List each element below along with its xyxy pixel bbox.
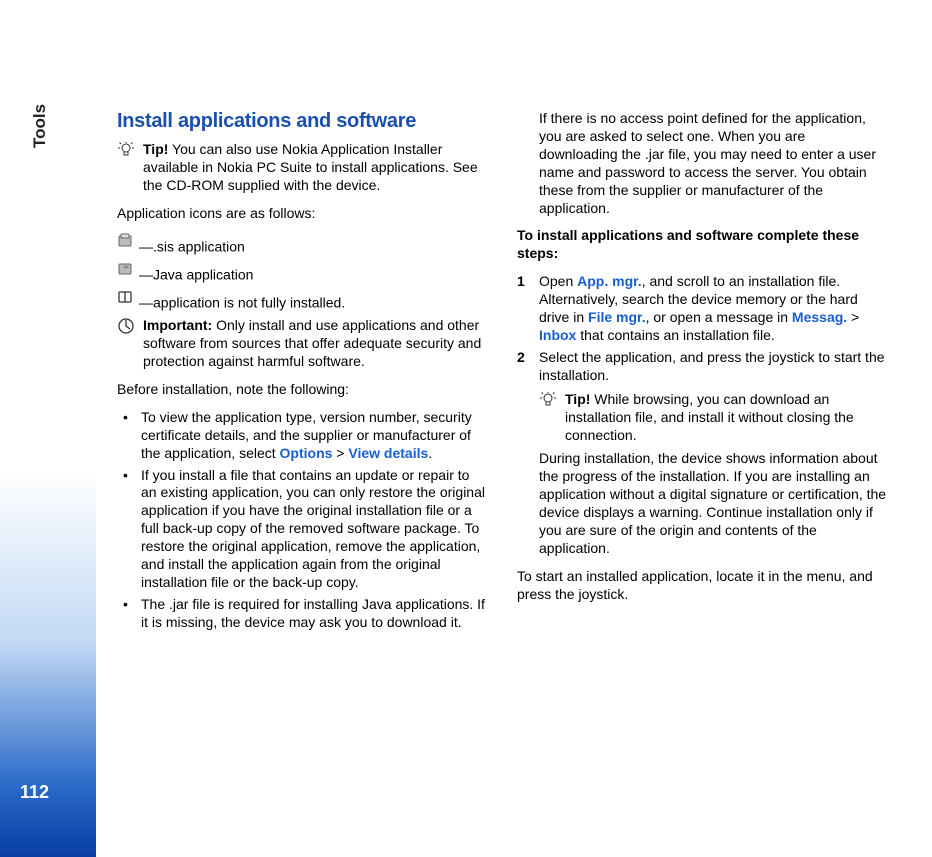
sis-icon <box>117 233 135 255</box>
list-item: To view the application type, version nu… <box>117 409 487 463</box>
step1-d: that contains an installation file. <box>576 327 774 343</box>
step1-a: Open <box>539 273 577 289</box>
page-number: 112 <box>20 782 49 803</box>
step1-sep: > <box>847 309 859 325</box>
install-steps-heading: To install applications and software com… <box>517 227 887 263</box>
page: Tools 112 Install applications and softw… <box>0 0 932 857</box>
options-link: Options <box>280 445 333 461</box>
icon-line-java: —Java application <box>117 261 487 285</box>
tip-label: Tip! <box>143 141 168 157</box>
during-install-text: During installation, the device shows in… <box>539 450 887 557</box>
list-item: Open App. mgr., and scroll to an install… <box>517 273 887 345</box>
important-label: Important: <box>143 317 212 333</box>
list-item: If you install a file that contains an u… <box>117 467 487 592</box>
tip-text: You can also use Nokia Application Insta… <box>143 141 478 193</box>
partial-icon <box>117 289 135 311</box>
bullet-list: To view the application type, version nu… <box>117 409 487 632</box>
icons-intro: Application icons are as follows: <box>117 205 487 223</box>
icon-line-partial: —application is not fully installed. <box>117 289 487 313</box>
before-install: Before installation, note the following: <box>117 381 487 399</box>
tip-label: Tip! <box>565 391 590 407</box>
section-heading: Install applications and software <box>117 110 487 133</box>
tip-icon <box>539 392 557 413</box>
step1-c: , or open a message in <box>646 309 792 325</box>
icon-partial-text: —application is not fully installed. <box>139 295 345 311</box>
step2-text: Select the application, and press the jo… <box>539 349 885 383</box>
inbox-link: Inbox <box>539 327 576 343</box>
start-app-text: To start an installed application, locat… <box>517 568 887 604</box>
icon-java-text: —Java application <box>139 266 253 282</box>
file-mgr-link: File mgr. <box>588 309 646 325</box>
bullet1-sep: > <box>332 445 348 461</box>
tip-icon <box>117 142 135 163</box>
icon-line-sis: —.sis application <box>117 233 487 257</box>
app-mgr-link: App. mgr. <box>577 273 642 289</box>
java-icon <box>117 261 135 283</box>
column-left: Install applications and software Tip! Y… <box>117 110 487 642</box>
tab-label: Tools <box>30 104 50 148</box>
tip-block: Tip! While browsing, you can download an… <box>539 391 887 445</box>
icon-sis-text: —.sis application <box>139 238 245 254</box>
column-right: If there is no access point defined for … <box>517 110 887 642</box>
view-details-link: View details <box>348 445 428 461</box>
important-block: Important: Only install and use applicat… <box>117 317 487 371</box>
tip-text: While browsing, you can download an inst… <box>565 391 854 443</box>
numbered-list: Open App. mgr., and scroll to an install… <box>517 273 887 558</box>
content-area: Install applications and software Tip! Y… <box>117 110 887 642</box>
bullet1-end: . <box>428 445 432 461</box>
important-icon <box>117 318 135 339</box>
messag-link: Messag. <box>792 309 847 325</box>
jar-continuation: If there is no access point defined for … <box>517 110 887 217</box>
list-item: Select the application, and press the jo… <box>517 349 887 558</box>
tip-block: Tip! You can also use Nokia Application … <box>117 141 487 195</box>
list-item: The .jar file is required for installing… <box>117 596 487 632</box>
